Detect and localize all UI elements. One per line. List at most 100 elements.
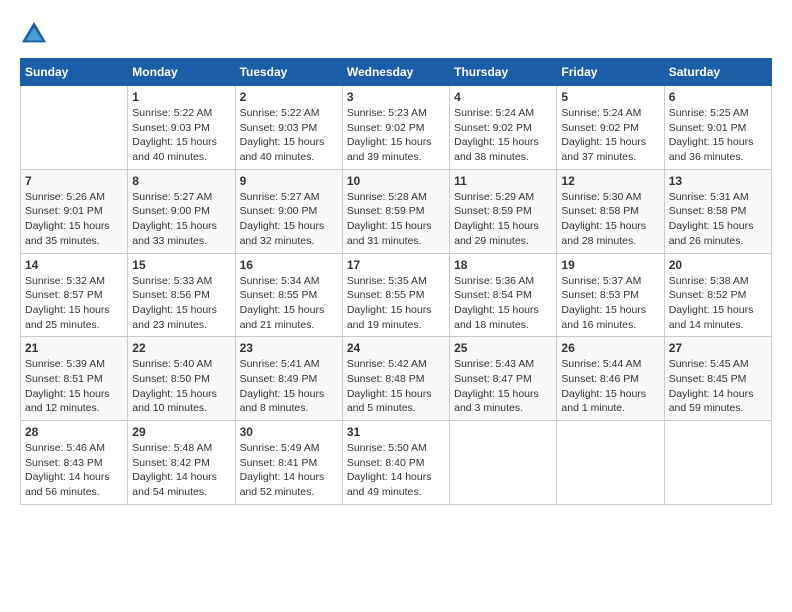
calendar-cell: 21 Sunrise: 5:39 AM Sunset: 8:51 PM Dayli… bbox=[21, 337, 128, 421]
calendar-cell bbox=[21, 86, 128, 170]
day-number: 12 bbox=[561, 174, 659, 188]
page-header bbox=[20, 20, 772, 48]
calendar-cell: 7Sunrise: 5:26 AM Sunset: 9:01 PM Daylig… bbox=[21, 169, 128, 253]
calendar-cell: 4 Sunrise: 5:24 AM Sunset: 9:02 PM Daylig… bbox=[450, 86, 557, 170]
day-number: 7 bbox=[25, 174, 123, 188]
day-number: 17 bbox=[347, 258, 445, 272]
calendar-cell: 31Sunrise: 5:50 AM Sunset: 8:40 PM Dayli… bbox=[342, 421, 449, 505]
day-info: Sunrise: 5:25 AM Sunset: 9:01 PM Dayligh… bbox=[669, 106, 767, 165]
day-number: 9 bbox=[240, 174, 338, 188]
calendar-cell bbox=[664, 421, 771, 505]
day-number: 13 bbox=[669, 174, 767, 188]
day-of-week-header: Saturday bbox=[664, 59, 771, 86]
day-number: 4 bbox=[454, 90, 552, 104]
day-info: Sunrise: 5:34 AM Sunset: 8:55 PM Dayligh… bbox=[240, 274, 338, 333]
calendar-cell: 17 Sunrise: 5:35 AM Sunset: 8:55 PM Dayli… bbox=[342, 253, 449, 337]
day-number: 23 bbox=[240, 341, 338, 355]
day-number: 27 bbox=[669, 341, 767, 355]
day-of-week-header: Thursday bbox=[450, 59, 557, 86]
calendar-cell: 13 Sunrise: 5:31 AM Sunset: 8:58 PM Dayli… bbox=[664, 169, 771, 253]
calendar-cell: 26 Sunrise: 5:44 AM Sunset: 8:46 PM Dayli… bbox=[557, 337, 664, 421]
day-info: Sunrise: 5:33 AM Sunset: 8:56 PM Dayligh… bbox=[132, 274, 230, 333]
calendar-cell: 1 Sunrise: 5:22 AM Sunset: 9:03 PM Daylig… bbox=[128, 86, 235, 170]
calendar-week-row: 14 Sunrise: 5:32 AM Sunset: 8:57 PM Dayli… bbox=[21, 253, 772, 337]
day-number: 28 bbox=[25, 425, 123, 439]
calendar-header-row: SundayMondayTuesdayWednesdayThursdayFrid… bbox=[21, 59, 772, 86]
day-number: 3 bbox=[347, 90, 445, 104]
day-info: Sunrise: 5:24 AM Sunset: 9:02 PM Dayligh… bbox=[454, 106, 552, 165]
day-info: Sunrise: 5:45 AM Sunset: 8:45 PM Dayligh… bbox=[669, 357, 767, 416]
day-info: Sunrise: 5:28 AM Sunset: 8:59 PM Dayligh… bbox=[347, 190, 445, 249]
calendar-cell: 28 Sunrise: 5:46 AM Sunset: 8:43 PM Dayli… bbox=[21, 421, 128, 505]
day-number: 21 bbox=[25, 341, 123, 355]
day-info: Sunrise: 5:35 AM Sunset: 8:55 PM Dayligh… bbox=[347, 274, 445, 333]
day-of-week-header: Friday bbox=[557, 59, 664, 86]
day-number: 10 bbox=[347, 174, 445, 188]
calendar-cell: 18 Sunrise: 5:36 AM Sunset: 8:54 PM Dayli… bbox=[450, 253, 557, 337]
day-number: 31 bbox=[347, 425, 445, 439]
day-info: Sunrise: 5:27 AM Sunset: 9:00 PM Dayligh… bbox=[240, 190, 338, 249]
day-number: 25 bbox=[454, 341, 552, 355]
calendar-cell: 9 Sunrise: 5:27 AM Sunset: 9:00 PM Daylig… bbox=[235, 169, 342, 253]
day-number: 19 bbox=[561, 258, 659, 272]
day-number: 29 bbox=[132, 425, 230, 439]
day-info: Sunrise: 5:37 AM Sunset: 8:53 PM Dayligh… bbox=[561, 274, 659, 333]
day-info: Sunrise: 5:32 AM Sunset: 8:57 PM Dayligh… bbox=[25, 274, 123, 333]
calendar-cell: 11 Sunrise: 5:29 AM Sunset: 8:59 PM Dayli… bbox=[450, 169, 557, 253]
day-number: 26 bbox=[561, 341, 659, 355]
calendar-week-row: 7Sunrise: 5:26 AM Sunset: 9:01 PM Daylig… bbox=[21, 169, 772, 253]
calendar-cell: 19 Sunrise: 5:37 AM Sunset: 8:53 PM Dayli… bbox=[557, 253, 664, 337]
calendar-cell: 20 Sunrise: 5:38 AM Sunset: 8:52 PM Dayli… bbox=[664, 253, 771, 337]
day-number: 22 bbox=[132, 341, 230, 355]
day-number: 2 bbox=[240, 90, 338, 104]
day-info: Sunrise: 5:44 AM Sunset: 8:46 PM Dayligh… bbox=[561, 357, 659, 416]
day-number: 20 bbox=[669, 258, 767, 272]
day-info: Sunrise: 5:22 AM Sunset: 9:03 PM Dayligh… bbox=[240, 106, 338, 165]
day-of-week-header: Tuesday bbox=[235, 59, 342, 86]
day-info: Sunrise: 5:29 AM Sunset: 8:59 PM Dayligh… bbox=[454, 190, 552, 249]
calendar-cell: 14 Sunrise: 5:32 AM Sunset: 8:57 PM Dayli… bbox=[21, 253, 128, 337]
day-info: Sunrise: 5:40 AM Sunset: 8:50 PM Dayligh… bbox=[132, 357, 230, 416]
day-info: Sunrise: 5:46 AM Sunset: 8:43 PM Dayligh… bbox=[25, 441, 123, 500]
calendar-cell: 16 Sunrise: 5:34 AM Sunset: 8:55 PM Dayli… bbox=[235, 253, 342, 337]
day-number: 16 bbox=[240, 258, 338, 272]
calendar-cell: 29 Sunrise: 5:48 AM Sunset: 8:42 PM Dayli… bbox=[128, 421, 235, 505]
calendar-cell: 27 Sunrise: 5:45 AM Sunset: 8:45 PM Dayli… bbox=[664, 337, 771, 421]
calendar-cell: 30Sunrise: 5:49 AM Sunset: 8:41 PM Dayli… bbox=[235, 421, 342, 505]
day-number: 5 bbox=[561, 90, 659, 104]
day-info: Sunrise: 5:36 AM Sunset: 8:54 PM Dayligh… bbox=[454, 274, 552, 333]
day-info: Sunrise: 5:24 AM Sunset: 9:02 PM Dayligh… bbox=[561, 106, 659, 165]
day-number: 6 bbox=[669, 90, 767, 104]
calendar-cell: 22 Sunrise: 5:40 AM Sunset: 8:50 PM Dayli… bbox=[128, 337, 235, 421]
day-of-week-header: Monday bbox=[128, 59, 235, 86]
day-number: 8 bbox=[132, 174, 230, 188]
calendar-cell: 23 Sunrise: 5:41 AM Sunset: 8:49 PM Dayli… bbox=[235, 337, 342, 421]
calendar-cell: 12 Sunrise: 5:30 AM Sunset: 8:58 PM Dayli… bbox=[557, 169, 664, 253]
calendar-cell: 8 Sunrise: 5:27 AM Sunset: 9:00 PM Daylig… bbox=[128, 169, 235, 253]
day-info: Sunrise: 5:38 AM Sunset: 8:52 PM Dayligh… bbox=[669, 274, 767, 333]
day-number: 11 bbox=[454, 174, 552, 188]
calendar-cell: 10 Sunrise: 5:28 AM Sunset: 8:59 PM Dayli… bbox=[342, 169, 449, 253]
day-info: Sunrise: 5:23 AM Sunset: 9:02 PM Dayligh… bbox=[347, 106, 445, 165]
day-number: 14 bbox=[25, 258, 123, 272]
day-of-week-header: Sunday bbox=[21, 59, 128, 86]
calendar-cell: 2 Sunrise: 5:22 AM Sunset: 9:03 PM Daylig… bbox=[235, 86, 342, 170]
day-info: Sunrise: 5:41 AM Sunset: 8:49 PM Dayligh… bbox=[240, 357, 338, 416]
calendar-cell: 25Sunrise: 5:43 AM Sunset: 8:47 PM Dayli… bbox=[450, 337, 557, 421]
calendar-cell: 3 Sunrise: 5:23 AM Sunset: 9:02 PM Daylig… bbox=[342, 86, 449, 170]
day-info: Sunrise: 5:30 AM Sunset: 8:58 PM Dayligh… bbox=[561, 190, 659, 249]
day-info: Sunrise: 5:31 AM Sunset: 8:58 PM Dayligh… bbox=[669, 190, 767, 249]
day-number: 18 bbox=[454, 258, 552, 272]
day-info: Sunrise: 5:39 AM Sunset: 8:51 PM Dayligh… bbox=[25, 357, 123, 416]
day-number: 1 bbox=[132, 90, 230, 104]
day-info: Sunrise: 5:48 AM Sunset: 8:42 PM Dayligh… bbox=[132, 441, 230, 500]
calendar-cell: 6 Sunrise: 5:25 AM Sunset: 9:01 PM Daylig… bbox=[664, 86, 771, 170]
day-info: Sunrise: 5:22 AM Sunset: 9:03 PM Dayligh… bbox=[132, 106, 230, 165]
day-info: Sunrise: 5:42 AM Sunset: 8:48 PM Dayligh… bbox=[347, 357, 445, 416]
day-info: Sunrise: 5:27 AM Sunset: 9:00 PM Dayligh… bbox=[132, 190, 230, 249]
calendar-table: SundayMondayTuesdayWednesdayThursdayFrid… bbox=[20, 58, 772, 505]
calendar-cell bbox=[557, 421, 664, 505]
calendar-week-row: 1 Sunrise: 5:22 AM Sunset: 9:03 PM Daylig… bbox=[21, 86, 772, 170]
calendar-week-row: 28 Sunrise: 5:46 AM Sunset: 8:43 PM Dayli… bbox=[21, 421, 772, 505]
logo bbox=[20, 20, 52, 48]
